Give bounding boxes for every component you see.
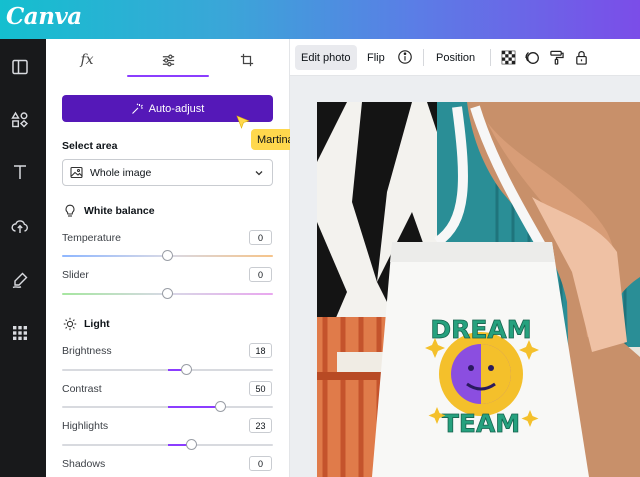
text-icon[interactable] [11, 163, 29, 181]
tote-text-team: TEAM [442, 409, 520, 438]
image-icon [70, 166, 83, 179]
sun-icon [63, 317, 77, 331]
tote-bag-photo[interactable]: DREAM TEAM [317, 102, 640, 477]
highlights-label: Highlights [62, 420, 109, 432]
draw-icon[interactable] [11, 271, 29, 289]
magic-wand-icon [131, 102, 143, 114]
auto-adjust-label: Auto-adjust [148, 102, 205, 115]
apps-grid-icon[interactable] [11, 324, 29, 342]
transparency-icon[interactable] [499, 48, 517, 66]
temperature-slider-thumb[interactable] [162, 250, 173, 261]
tab-effects-label: fx [80, 52, 94, 68]
brightness-value[interactable]: 18 [249, 343, 272, 358]
toolbar-divider [423, 49, 424, 66]
brightness-label: Brightness [62, 345, 112, 357]
select-area-value: Whole image [90, 166, 152, 179]
adjust-panel: fx Auto-adjust Select area Whole image W… [46, 39, 290, 477]
lock-icon[interactable] [572, 48, 590, 66]
contrast-slider-fill [167, 406, 221, 408]
highlights-slider-thumb[interactable] [186, 439, 198, 450]
contrast-label: Contrast [62, 383, 102, 395]
edit-photo-button[interactable]: Edit photo [295, 45, 357, 70]
elements-icon[interactable] [11, 111, 29, 129]
temperature-value[interactable]: 0 [249, 230, 272, 245]
adjust-sliders-icon[interactable] [157, 49, 179, 71]
chevron-down-icon [255, 171, 263, 176]
side-rail [0, 39, 46, 477]
effects-icon[interactable]: fx [76, 49, 98, 71]
canva-logo[interactable]: Canva [6, 3, 82, 30]
animate-icon[interactable] [523, 48, 541, 66]
light-title: Light [84, 318, 110, 330]
highlights-value[interactable]: 23 [249, 418, 272, 433]
upload-cloud-icon[interactable] [11, 217, 29, 235]
select-area-dropdown[interactable]: Whole image [62, 159, 273, 186]
contrast-slider-thumb[interactable] [214, 401, 226, 412]
image-toolbar: Edit photo Flip Position [290, 39, 640, 76]
layout-icon[interactable] [11, 58, 29, 76]
crop-icon[interactable] [236, 49, 258, 71]
tint-slider-thumb[interactable] [162, 288, 173, 299]
flip-button[interactable]: Flip [361, 45, 391, 70]
tab-selected-indicator [127, 75, 209, 77]
paint-roller-icon[interactable] [547, 48, 565, 66]
tote-text-dream: DREAM [430, 315, 531, 344]
brightness-slider-thumb[interactable] [180, 364, 192, 375]
white-balance-title: White balance [84, 205, 155, 217]
top-header: Canva [0, 0, 640, 39]
shadows-value[interactable]: 0 [249, 456, 272, 471]
tint-label: Slider [62, 269, 89, 281]
lightbulb-icon [65, 204, 75, 217]
info-icon[interactable] [396, 48, 414, 66]
shadows-label: Shadows [62, 458, 106, 470]
select-area-title: Select area [62, 140, 118, 152]
collaborator-cursor-icon [236, 115, 250, 129]
temperature-label: Temperature [62, 232, 121, 244]
contrast-value[interactable]: 50 [249, 381, 272, 396]
position-button[interactable]: Position [430, 45, 481, 70]
tint-value[interactable]: 0 [249, 267, 272, 282]
toolbar-divider [490, 49, 491, 66]
